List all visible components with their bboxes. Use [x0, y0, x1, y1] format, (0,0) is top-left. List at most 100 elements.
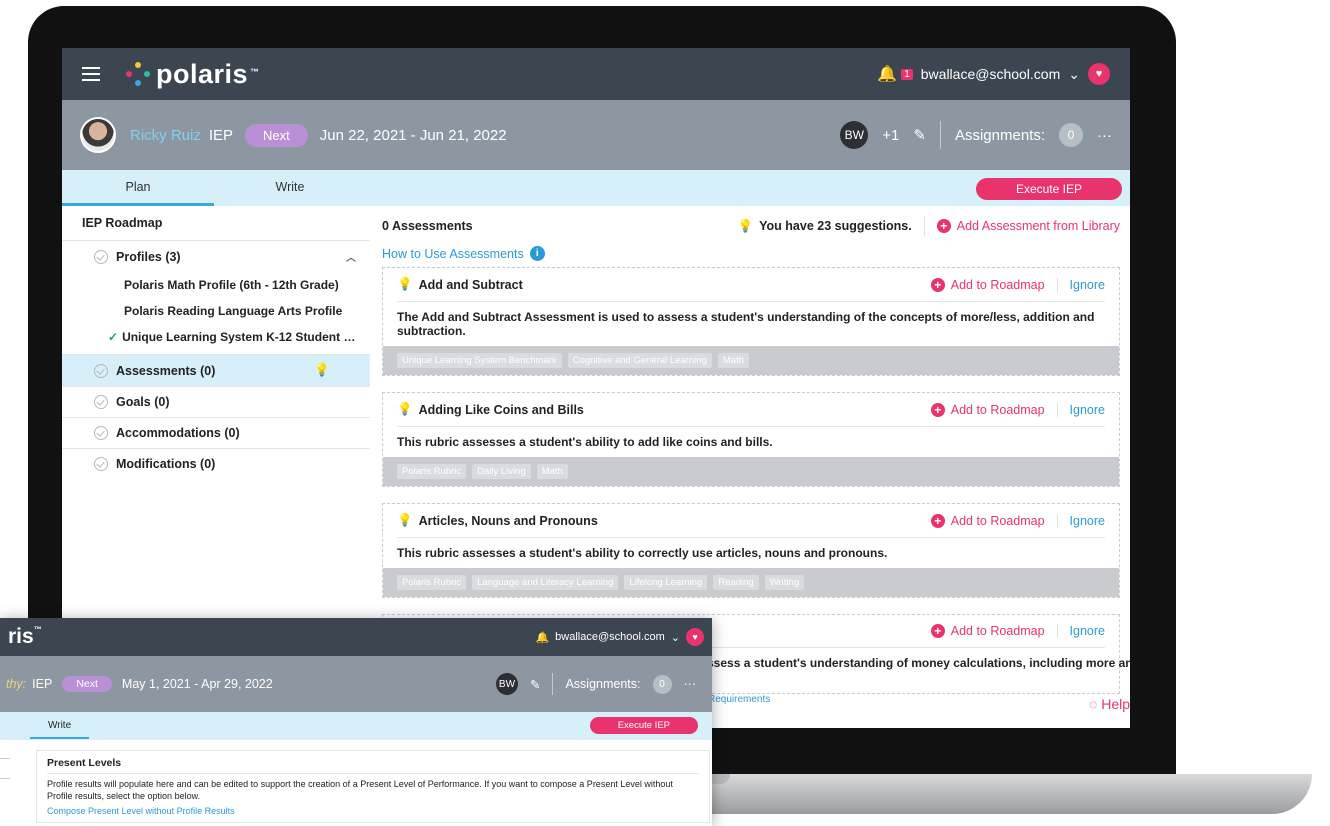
add-to-roadmap-label: Add to Roadmap: [950, 513, 1045, 528]
more-options-icon[interactable]: ···: [1097, 127, 1112, 144]
assignments-label: Assignments:: [954, 126, 1045, 144]
info-icon[interactable]: i: [529, 246, 545, 261]
heart-icon[interactable]: ♥: [1088, 63, 1110, 85]
overlay-student-bar: thy: IEP Next May 1, 2021 - Apr 29, 2022…: [0, 656, 712, 712]
overlay-user-email[interactable]: bwallace@school.com: [555, 631, 665, 643]
ignore-button[interactable]: Ignore: [1056, 402, 1105, 417]
check-circle-icon: [94, 395, 108, 409]
add-to-roadmap-label: Add to Roadmap: [950, 277, 1045, 292]
plan-date-range: Jun 22, 2021 - Jun 21, 2022: [319, 126, 507, 144]
overlay-student-name[interactable]: thy:: [6, 677, 26, 691]
roadmap-item-modifications[interactable]: Modifications (0): [62, 449, 370, 479]
requirements-link[interactable]: Requirements: [708, 694, 770, 705]
chevron-up-icon[interactable]: ︿: [346, 249, 356, 264]
execute-iep-button[interactable]: Execute IEP: [975, 178, 1122, 200]
tab-write[interactable]: Write: [214, 180, 366, 206]
overlay-logo-text: ris: [8, 625, 34, 648]
team-member-avatar[interactable]: BW: [840, 121, 869, 149]
tag: Math: [536, 464, 568, 479]
menu-icon[interactable]: [82, 67, 100, 81]
overlay-assignments-label: Assignments:: [565, 677, 641, 691]
ignore-button[interactable]: Ignore: [1056, 277, 1105, 292]
compose-present-level-link[interactable]: Compose Present Level without Profile Re…: [47, 806, 699, 816]
assessment-description: The Add and Subtract Assessment is used …: [397, 301, 1105, 346]
roadmap-item-profiles[interactable]: Profiles (3) ︿: [62, 241, 370, 272]
student-name[interactable]: Ricky Ruiz: [130, 127, 201, 144]
tag: Language and Literacy Learning: [472, 575, 619, 590]
assessment-title: Articles, Nouns and Pronouns: [418, 513, 598, 528]
overlay-status-pill[interactable]: Next: [62, 676, 112, 692]
add-from-library-label: Add Assessment from Library: [956, 219, 1120, 233]
heart-icon[interactable]: ♥: [686, 628, 704, 646]
profile-item[interactable]: Polaris Reading Language Arts Profile: [62, 298, 370, 324]
pencil-icon[interactable]: ✎: [913, 126, 926, 144]
roadmap-item-assessments[interactable]: Assessments (0) 💡: [62, 355, 370, 387]
assessment-tags: Unique Learning System Benchmark Cogniti…: [383, 346, 1119, 375]
roadmap-item-goals[interactable]: Goals (0): [62, 387, 370, 418]
tab-write[interactable]: Write: [30, 720, 90, 739]
overlay-top-nav: ris™ 🔔 bwallace@school.com ⌄ ♥: [0, 618, 712, 656]
lightbulb-icon: 💡: [397, 277, 413, 291]
polaris-logo[interactable]: polaris ™: [126, 59, 260, 90]
more-options-icon[interactable]: ···: [684, 677, 697, 691]
tab-plan[interactable]: Plan: [62, 180, 214, 206]
assignments-count[interactable]: 0: [1059, 123, 1083, 147]
plan-type: IEP: [208, 126, 234, 144]
divider: [552, 673, 554, 695]
team-extra-count[interactable]: +1: [882, 127, 899, 144]
overlay-execute-iep-button[interactable]: Execute IEP: [589, 717, 698, 734]
add-to-roadmap-button[interactable]: + Add to Roadmap: [930, 624, 1045, 638]
bell-icon[interactable]: 🔔: [877, 64, 897, 84]
logo-trademark: ™: [250, 66, 260, 77]
logo-text: polaris: [156, 58, 249, 89]
plus-circle-icon: +: [930, 513, 945, 528]
help-button[interactable]: ◌ Help: [1089, 696, 1130, 712]
bell-icon[interactable]: 🔔: [535, 631, 549, 644]
present-levels-description: Profile results will populate here and c…: [47, 779, 673, 801]
check-circle-icon: [94, 426, 108, 440]
add-to-roadmap-button[interactable]: + Add to Roadmap: [930, 513, 1045, 528]
tag: Polaris Rubric: [397, 575, 467, 590]
add-to-roadmap-button[interactable]: + Add to Roadmap: [930, 402, 1045, 417]
roadmap-item-accommodations[interactable]: Accommodations (0): [62, 418, 370, 449]
add-to-roadmap-label: Add to Roadmap: [950, 402, 1045, 417]
user-email[interactable]: bwallace@school.com: [921, 66, 1061, 82]
overlay-team-avatar[interactable]: BW: [495, 673, 518, 695]
lightbulb-icon: 💡: [737, 218, 754, 233]
pencil-icon[interactable]: ✎: [530, 677, 540, 692]
assessment-tags: Polaris Rubric Daily Living Math: [383, 457, 1119, 486]
help-label: Help: [1101, 696, 1130, 712]
chat-bubble-icon: ◌: [1088, 696, 1098, 712]
tag: Cognitive and General Learning: [567, 353, 712, 368]
tag: Writing: [764, 575, 805, 590]
overlay-date-range: May 1, 2021 - Apr 29, 2022: [121, 677, 273, 691]
roadmap-item-label: Accommodations (0): [116, 426, 240, 440]
overlay-logo[interactable]: ris™: [8, 625, 42, 649]
checkmark-icon: ✓: [108, 330, 119, 344]
profile-item[interactable]: ✓ Unique Learning System K-12 Student Lea…: [62, 324, 370, 355]
roadmap-item-label: Assessments (0): [116, 363, 216, 378]
how-to-use-assessments-link[interactable]: How to Use Assessments i: [382, 246, 1120, 261]
profile-item[interactable]: Polaris Math Profile (6th - 12th Grade): [62, 272, 370, 298]
chevron-down-icon[interactable]: ⌄: [1068, 66, 1080, 83]
add-assessment-from-library-link[interactable]: + Add Assessment from Library: [936, 219, 1120, 233]
student-bar: Ricky Ruiz IEP Next Jun 22, 2021 - Jun 2…: [62, 100, 1130, 170]
assessment-description: This rubric assesses a student's ability…: [397, 426, 1105, 457]
lightbulb-icon: 💡: [397, 402, 413, 416]
overlay-tab-bar: Write Execute IEP: [0, 712, 712, 740]
plus-circle-icon: +: [930, 277, 945, 292]
status-pill[interactable]: Next: [245, 123, 308, 147]
how-to-label: How to Use Assessments: [382, 246, 524, 261]
add-to-roadmap-label: Add to Roadmap: [950, 624, 1045, 638]
chevron-down-icon[interactable]: ⌄: [671, 631, 680, 644]
divider: [0, 758, 10, 759]
overlay-assignments-count[interactable]: 0: [652, 674, 672, 694]
ignore-button[interactable]: Ignore: [1056, 513, 1105, 528]
add-to-roadmap-button[interactable]: + Add to Roadmap: [930, 277, 1045, 292]
assessments-title: 0 Assessments: [382, 219, 473, 233]
top-nav: polaris ™ 🔔 1 bwallace@school.com ⌄ ♥: [62, 48, 1130, 100]
tag: Lifelong Learning: [624, 575, 708, 590]
check-circle-icon: [94, 363, 108, 378]
student-avatar: [80, 117, 116, 153]
ignore-button[interactable]: Ignore: [1056, 624, 1105, 638]
